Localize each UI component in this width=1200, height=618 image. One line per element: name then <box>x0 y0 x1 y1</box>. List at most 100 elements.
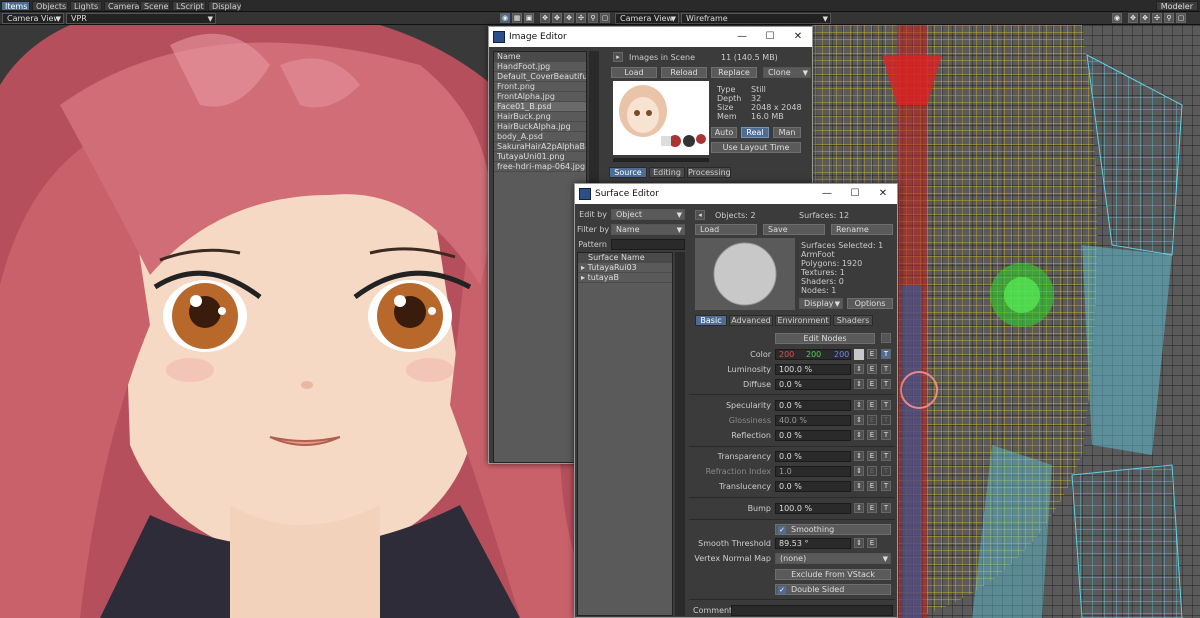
tab-environment[interactable]: Environment <box>775 315 831 326</box>
envelope-button[interactable]: E <box>867 503 877 513</box>
envelope-button[interactable]: E <box>867 364 877 374</box>
image-list[interactable]: Name HandFoot.jpg Default_CoverBeautiful… <box>493 51 587 463</box>
load-button[interactable]: Load <box>695 224 757 235</box>
bump-input[interactable]: 100.0 % <box>775 503 851 514</box>
tab-lights[interactable]: Lights <box>70 1 102 11</box>
texture-button[interactable]: T <box>881 430 891 440</box>
translucency-input[interactable]: 0.0 % <box>775 481 851 492</box>
fit-icon[interactable]: ▢ <box>1176 13 1186 23</box>
envelope-button[interactable]: E <box>867 349 877 359</box>
refraction-index-input[interactable]: 1.0 <box>775 466 851 477</box>
color-swatch[interactable] <box>854 349 864 360</box>
filter-by-dropdown[interactable]: Name▼ <box>611 224 685 235</box>
stepper-icon[interactable]: ⇕ <box>854 400 864 410</box>
stepper-icon[interactable]: ⇕ <box>854 415 864 425</box>
tab-shaders[interactable]: Shaders <box>833 315 873 326</box>
envelope-button[interactable]: E <box>867 451 877 461</box>
minimize-icon[interactable]: — <box>728 27 756 47</box>
stepper-icon[interactable]: ⇕ <box>854 503 864 513</box>
thumbnail-slider[interactable] <box>613 158 709 162</box>
options-button[interactable]: Options <box>847 298 893 309</box>
play-icon[interactable]: ▸ <box>613 52 623 62</box>
orbit-icon[interactable]: ✣ <box>576 13 586 23</box>
tab-editing[interactable]: Editing <box>649 167 685 178</box>
fit-icon[interactable]: ▢ <box>600 13 610 23</box>
envelope-button[interactable]: E <box>867 430 877 440</box>
display-dropdown[interactable]: Display▼ <box>799 298 843 309</box>
luminosity-input[interactable]: 100.0 % <box>775 364 851 375</box>
close-icon[interactable]: ✕ <box>784 27 812 47</box>
modeler-button[interactable]: Modeler <box>1156 1 1198 11</box>
right-view-dropdown[interactable]: Camera View▼ <box>615 13 679 24</box>
texture-button[interactable]: T <box>881 466 891 476</box>
surface-editor-titlebar[interactable]: Surface Editor —☐✕ <box>575 184 897 204</box>
reload-button[interactable]: Reload <box>661 67 707 78</box>
minimize-icon[interactable]: — <box>813 184 841 204</box>
surface-list-scrollbar[interactable] <box>675 252 685 616</box>
glossiness-input[interactable]: 40.0 % <box>775 415 851 426</box>
close-icon[interactable]: ✕ <box>869 184 897 204</box>
maximize-icon[interactable]: ☐ <box>756 27 784 47</box>
surface-list-header[interactable]: Surface Name <box>578 253 672 263</box>
nodes-toggle[interactable] <box>881 333 891 343</box>
envelope-button[interactable]: E <box>867 481 877 491</box>
man-button[interactable]: Man <box>773 127 801 138</box>
list-item[interactable]: Default_CoverBeautiful_wa <box>494 72 586 82</box>
edit-by-dropdown[interactable]: Object▼ <box>611 209 685 220</box>
envelope-button[interactable]: E <box>867 466 877 476</box>
list-item[interactable]: free-hdri-map-064.jpg <box>494 162 586 172</box>
comment-input[interactable] <box>731 605 893 616</box>
zoom-icon[interactable]: ⚲ <box>588 13 598 23</box>
real-button[interactable]: Real <box>741 127 769 138</box>
stepper-icon[interactable]: ⇕ <box>854 364 864 374</box>
maximize-icon[interactable]: ☐ <box>841 184 869 204</box>
tab-items[interactable]: Items <box>1 1 30 11</box>
left-mode-dropdown[interactable]: VPR▼ <box>66 13 216 24</box>
tab-display[interactable]: Display <box>208 1 242 11</box>
tab-lscript[interactable]: LScript <box>172 1 206 11</box>
texture-button[interactable]: T <box>881 349 891 359</box>
load-button[interactable]: Load <box>611 67 657 78</box>
texture-button[interactable]: T <box>881 400 891 410</box>
reflection-input[interactable]: 0.0 % <box>775 430 851 441</box>
list-item[interactable]: TutayaUni01.png <box>494 152 586 162</box>
pan-icon[interactable]: ✥ <box>552 13 562 23</box>
camera-icon[interactable]: ◉ <box>500 13 510 23</box>
texture-button[interactable]: T <box>881 451 891 461</box>
image-editor-titlebar[interactable]: Image Editor —☐✕ <box>489 27 812 47</box>
list-item[interactable]: FrontAlpha.jpg <box>494 92 586 102</box>
move-icon[interactable]: ✥ <box>1128 13 1138 23</box>
zoom-icon[interactable]: ⚲ <box>1164 13 1174 23</box>
texture-button[interactable]: T <box>881 379 891 389</box>
camera-icon[interactable]: ◉ <box>1112 13 1122 23</box>
pattern-input[interactable] <box>611 239 685 250</box>
tab-objects[interactable]: Objects <box>32 1 68 11</box>
smooth-threshold-input[interactable]: 89.53 ° <box>775 538 851 549</box>
envelope-button[interactable]: E <box>867 415 877 425</box>
surface-list[interactable]: Surface Name ▸ TutayaRui03 ▸ tutayaB <box>577 252 673 616</box>
save-button[interactable]: Save <box>763 224 825 235</box>
list-item[interactable]: HairBuck.png <box>494 112 586 122</box>
tab-processing[interactable]: Processing <box>687 167 731 178</box>
texture-button[interactable]: T <box>881 481 891 491</box>
pan-icon[interactable]: ✥ <box>1140 13 1150 23</box>
left-view-dropdown[interactable]: Camera View▼ <box>2 13 64 24</box>
envelope-button[interactable]: E <box>867 538 877 548</box>
rotate-icon[interactable]: ✣ <box>1152 13 1162 23</box>
transparency-input[interactable]: 0.0 % <box>775 451 851 462</box>
smoothing-checkbox[interactable]: ✓Smoothing <box>775 524 891 535</box>
tab-source[interactable]: Source <box>609 167 647 178</box>
tab-basic[interactable]: Basic <box>695 315 727 326</box>
stepper-icon[interactable]: ⇕ <box>854 430 864 440</box>
specularity-input[interactable]: 0.0 % <box>775 400 851 411</box>
list-item[interactable]: body_A.psd <box>494 132 586 142</box>
replace-button[interactable]: Replace <box>711 67 757 78</box>
stepper-icon[interactable]: ⇕ <box>854 379 864 389</box>
rename-button[interactable]: Rename <box>831 224 893 235</box>
stepper-icon[interactable]: ⇕ <box>854 481 864 491</box>
right-mode-dropdown[interactable]: Wireframe▼ <box>681 13 831 24</box>
stepper-icon[interactable]: ⇕ <box>854 451 864 461</box>
double-sided-checkbox[interactable]: ✓Double Sided <box>775 584 891 595</box>
move-icon[interactable]: ✥ <box>540 13 550 23</box>
color-rgb-field[interactable]: 200 200 200 <box>775 349 851 360</box>
